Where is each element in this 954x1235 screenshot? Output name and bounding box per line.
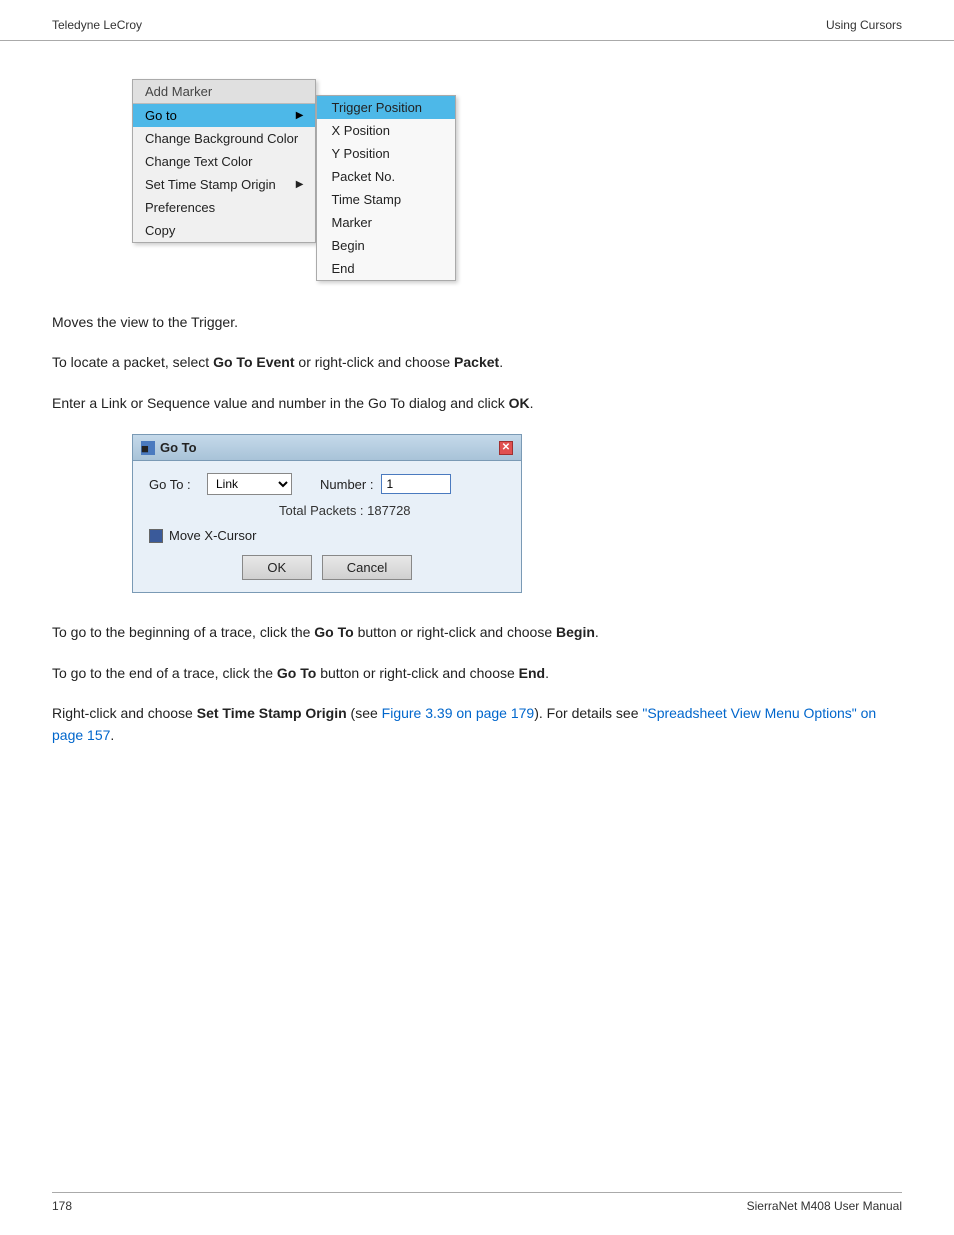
dialog-close-button[interactable]: ✕ (499, 441, 513, 455)
menu-item-preferences[interactable]: Preferences (133, 196, 315, 219)
page-footer: 178 SierraNet M408 User Manual (52, 1192, 902, 1213)
submenu-item-time-stamp[interactable]: Time Stamp (317, 188, 455, 211)
context-menu-area: Add Marker Go to ▶ Change Background Col… (132, 79, 902, 281)
submenu-item-begin[interactable]: Begin (317, 234, 455, 257)
submenu-item-trigger-position[interactable]: Trigger Position (317, 96, 455, 119)
goto-select[interactable]: Link Sequence (207, 473, 292, 495)
paragraph-1: Moves the view to the Trigger. (52, 311, 902, 333)
page-content: Add Marker Go to ▶ Change Background Col… (0, 41, 954, 825)
submenu-item-end[interactable]: End (317, 257, 455, 280)
menu-item-copy[interactable]: Copy (133, 219, 315, 242)
menu-item-add-marker[interactable]: Add Marker (133, 80, 315, 104)
dialog-box: ■ Go To ✕ Go To : Link Sequence Number :… (132, 434, 522, 593)
dialog-titlebar: ■ Go To ✕ (133, 435, 521, 461)
paragraph-5: To go to the end of a trace, click the G… (52, 662, 902, 684)
ok-button[interactable]: OK (242, 555, 312, 580)
goto-label: Go To : (149, 477, 199, 492)
goto-row: Go To : Link Sequence Number : (149, 473, 505, 495)
footer-right: SierraNet M408 User Manual (747, 1199, 902, 1213)
dialog-title-icon: ■ (141, 441, 155, 455)
move-xcursor-row: Move X-Cursor (149, 528, 505, 543)
page-header: Teledyne LeCroy Using Cursors (0, 0, 954, 41)
paragraph-3: Enter a Link or Sequence value and numbe… (52, 392, 902, 414)
header-right: Using Cursors (826, 18, 902, 32)
submenu-item-packet-no[interactable]: Packet No. (317, 165, 455, 188)
link-figure-3-39[interactable]: Figure 3.39 on page 179 (382, 705, 535, 721)
move-xcursor-label: Move X-Cursor (169, 528, 256, 543)
menu-item-set-timestamp[interactable]: Set Time Stamp Origin ▶ (133, 173, 315, 196)
number-label: Number : (320, 477, 373, 492)
total-packets: Total Packets : 187728 (279, 503, 505, 518)
submenu-item-x-position[interactable]: X Position (317, 119, 455, 142)
submenu-arrow-timestamp: ▶ (296, 179, 304, 190)
move-xcursor-checkbox[interactable] (149, 529, 163, 543)
dialog-area: ■ Go To ✕ Go To : Link Sequence Number :… (132, 434, 902, 593)
dialog-buttons: OK Cancel (149, 555, 505, 580)
menu-item-change-text-color[interactable]: Change Text Color (133, 150, 315, 173)
submenu-item-marker[interactable]: Marker (317, 211, 455, 234)
paragraph-2: To locate a packet, select Go To Event o… (52, 351, 902, 373)
cancel-button[interactable]: Cancel (322, 555, 412, 580)
submenu: Trigger Position X Position Y Position P… (316, 95, 456, 281)
dialog-body: Go To : Link Sequence Number : Total Pac… (133, 461, 521, 592)
dialog-title: Go To (160, 440, 197, 455)
submenu-item-y-position[interactable]: Y Position (317, 142, 455, 165)
footer-left: 178 (52, 1199, 72, 1213)
menu-item-goto[interactable]: Go to ▶ (133, 104, 315, 127)
header-left: Teledyne LeCroy (52, 18, 142, 32)
context-menu: Add Marker Go to ▶ Change Background Col… (132, 79, 316, 243)
paragraph-4: To go to the beginning of a trace, click… (52, 621, 902, 643)
paragraph-6: Right-click and choose Set Time Stamp Or… (52, 702, 902, 747)
submenu-arrow-goto: ▶ (296, 110, 304, 121)
dialog-titlebar-left: ■ Go To (141, 440, 197, 455)
number-input[interactable] (381, 474, 451, 494)
menu-item-change-bg-color[interactable]: Change Background Color (133, 127, 315, 150)
